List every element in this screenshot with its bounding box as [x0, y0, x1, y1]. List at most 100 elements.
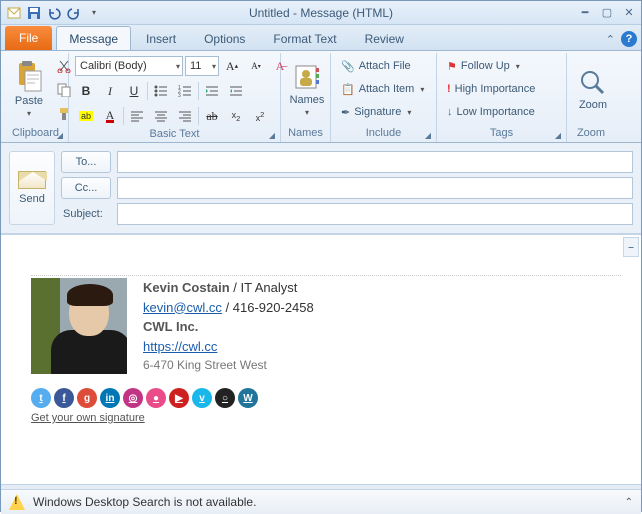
sig-url-link[interactable]: https://cwl.cc: [143, 339, 217, 354]
group-tags: ⚑Follow Up▾ !High Importance ↓ Low Import…: [437, 53, 567, 142]
close-button[interactable]: ✕: [621, 5, 637, 21]
to-input[interactable]: [117, 151, 633, 173]
signature-button[interactable]: ✒Signature▾: [337, 101, 428, 123]
increase-indent-button[interactable]: [225, 80, 247, 102]
get-your-own-signature-link[interactable]: Get your own signature: [31, 412, 145, 424]
social-icons-row: tfgin◎●▶v○W: [31, 388, 621, 408]
tags-launcher-icon[interactable]: ◢: [553, 131, 563, 141]
sig-email-link[interactable]: kevin@cwl.cc: [143, 300, 222, 315]
tags-group-label: Tags: [490, 127, 513, 139]
window-buttons: ━ ▢ ✕: [577, 5, 637, 21]
help-icon[interactable]: ?: [621, 31, 637, 47]
save-icon[interactable]: [25, 4, 43, 22]
clipboard-launcher-icon[interactable]: ◢: [55, 131, 65, 141]
message-body[interactable]: ⎯ Kevin Costain / IT Analyst kevin@cwl.c…: [1, 234, 641, 484]
font-family-select[interactable]: Calibri (Body)▾: [75, 56, 183, 76]
group-names: Names▾ Names: [281, 53, 331, 142]
include-launcher-icon[interactable]: ◢: [423, 131, 433, 141]
envelope-icon: [18, 171, 46, 189]
high-importance-button[interactable]: !High Importance: [443, 78, 539, 100]
cc-input[interactable]: [117, 177, 633, 199]
app-icon[interactable]: [5, 4, 23, 22]
follow-up-label: Follow Up: [461, 60, 510, 72]
to-button[interactable]: To...: [61, 151, 111, 173]
paste-icon: [15, 61, 43, 93]
cc-button[interactable]: Cc...: [61, 177, 111, 199]
grow-font-button[interactable]: A▴: [221, 55, 243, 77]
bullets-button[interactable]: [150, 80, 172, 102]
status-bar: Windows Desktop Search is not available.…: [1, 490, 641, 514]
low-importance-label: Low Importance: [457, 106, 535, 118]
tab-options[interactable]: Options: [191, 26, 258, 50]
numbering-icon: 123: [178, 84, 192, 98]
basic-text-label: Basic Text: [150, 128, 200, 140]
attach-file-button[interactable]: 📎Attach File: [337, 55, 428, 77]
underline-button[interactable]: U: [123, 80, 145, 102]
font-color-button[interactable]: A: [99, 105, 121, 127]
sig-name: Kevin Costain: [143, 280, 230, 295]
decrease-indent-button[interactable]: [201, 80, 223, 102]
svg-text:3: 3: [178, 93, 181, 98]
social-google-plus-icon[interactable]: g: [77, 388, 97, 408]
social-github-icon[interactable]: ○: [215, 388, 235, 408]
avatar: [31, 278, 127, 374]
social-youtube-icon[interactable]: ▶: [169, 388, 189, 408]
ruler-toggle-icon[interactable]: ⎯: [623, 237, 639, 257]
paste-button[interactable]: Paste▾: [9, 55, 49, 125]
attach-item-button[interactable]: 📋Attach Item▾: [337, 78, 428, 100]
numbering-button[interactable]: 123: [174, 80, 196, 102]
redo-icon[interactable]: [65, 4, 83, 22]
tab-message[interactable]: Message: [56, 26, 131, 50]
include-group-label: Include: [366, 127, 401, 139]
social-linkedin-icon[interactable]: in: [100, 388, 120, 408]
shrink-font-button[interactable]: A▾: [245, 55, 267, 77]
highlight-icon: ab: [79, 111, 93, 121]
minimize-button[interactable]: ━: [577, 5, 593, 21]
group-include: 📎Attach File 📋Attach Item▾ ✒Signature▾ I…: [331, 53, 437, 142]
title-bar: ▾ Untitled - Message (HTML) ━ ▢ ✕: [1, 1, 641, 25]
status-expand-icon[interactable]: ⌃: [625, 497, 633, 508]
tab-insert[interactable]: Insert: [133, 26, 189, 50]
subscript-button[interactable]: x2: [225, 105, 247, 127]
file-tab[interactable]: File: [5, 26, 52, 50]
align-left-button[interactable]: [126, 105, 148, 127]
social-dribbble-icon[interactable]: ●: [146, 388, 166, 408]
tab-review[interactable]: Review: [352, 26, 417, 50]
sig-phone: 416-920-2458: [233, 300, 314, 315]
attach-file-label: Attach File: [359, 60, 411, 72]
maximize-button[interactable]: ▢: [599, 5, 615, 21]
align-right-button[interactable]: [174, 105, 196, 127]
social-instagram-icon[interactable]: ◎: [123, 388, 143, 408]
basic-text-launcher-icon[interactable]: ◢: [267, 131, 277, 141]
align-center-icon: [154, 109, 168, 123]
align-center-button[interactable]: [150, 105, 172, 127]
qat-more-icon[interactable]: ▾: [85, 4, 103, 22]
tab-format-text[interactable]: Format Text: [260, 26, 349, 50]
social-twitter-icon[interactable]: t: [31, 388, 51, 408]
names-label-text: Names: [290, 94, 325, 106]
zoom-label-text: Zoom: [579, 99, 607, 111]
undo-icon[interactable]: [45, 4, 63, 22]
send-button[interactable]: Send: [9, 151, 55, 225]
follow-up-button[interactable]: ⚑Follow Up▾: [443, 55, 539, 77]
collapse-ribbon-icon[interactable]: ⌃: [606, 33, 615, 46]
superscript-button[interactable]: x2: [249, 105, 271, 127]
bold-button[interactable]: B: [75, 80, 97, 102]
italic-button[interactable]: I: [99, 80, 121, 102]
font-size-select[interactable]: 11▾: [185, 56, 219, 76]
sig-address: 6-470 King Street West: [143, 356, 314, 374]
zoom-button[interactable]: Zoom: [573, 55, 613, 125]
quick-access-toolbar: ▾: [5, 4, 103, 22]
highlight-button[interactable]: ab: [75, 105, 97, 127]
social-wordpress-icon[interactable]: W: [238, 388, 258, 408]
zoom-icon: [579, 69, 607, 97]
low-importance-icon: ↓: [447, 106, 453, 118]
high-importance-label: High Importance: [455, 83, 536, 95]
names-button[interactable]: Names▾: [287, 55, 327, 125]
low-importance-button[interactable]: ↓ Low Importance: [443, 101, 539, 123]
social-vimeo-icon[interactable]: v: [192, 388, 212, 408]
social-facebook-icon[interactable]: f: [54, 388, 74, 408]
font-size-value: 11: [190, 60, 201, 72]
strikethrough-button[interactable]: ab: [201, 105, 223, 127]
subject-input[interactable]: [117, 203, 633, 225]
